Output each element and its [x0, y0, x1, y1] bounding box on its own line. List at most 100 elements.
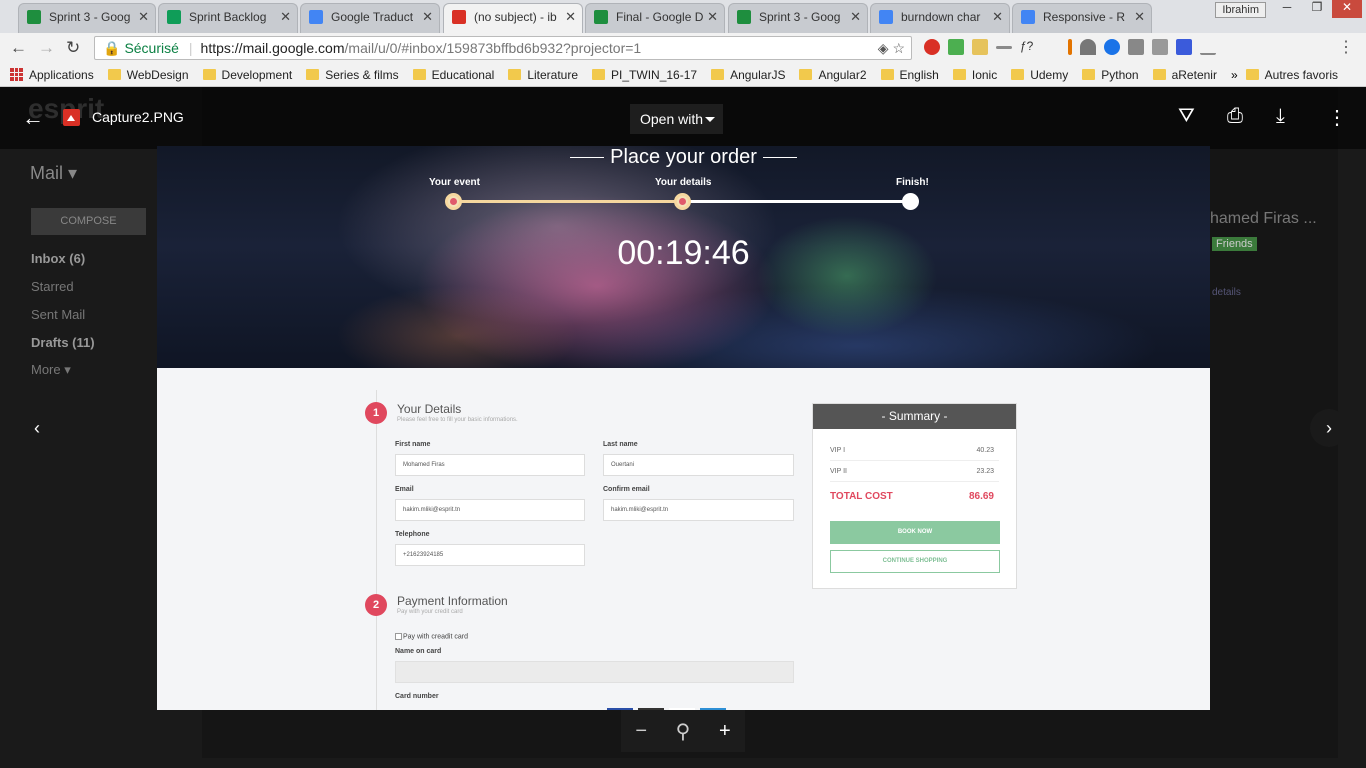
download-icon[interactable]: ⤓	[1276, 105, 1285, 128]
pick-icon[interactable]	[1068, 39, 1072, 55]
folder-icon	[306, 69, 320, 80]
pen-icon[interactable]	[996, 46, 1012, 49]
progress-fill	[454, 200, 682, 203]
countdown-timer: 00:19:46	[617, 234, 750, 272]
tab-sprint-3[interactable]: Sprint 3 - Goog ✕	[18, 3, 156, 33]
bookmark-folder[interactable]: Literature	[508, 68, 578, 82]
tab-burndown[interactable]: burndown char ✕	[870, 3, 1010, 33]
next-icon[interactable]: ›	[1310, 409, 1348, 447]
tab-final[interactable]: Final - Google D ✕	[585, 3, 725, 33]
adblock-icon[interactable]	[924, 39, 940, 55]
bookmark-folder[interactable]: Development	[202, 68, 292, 82]
tab-google-translate[interactable]: Google Traduct ✕	[300, 3, 440, 33]
name-on-card-label: Name on card	[395, 648, 442, 655]
blank-ext-icon[interactable]	[1044, 39, 1060, 55]
tab-sprint-backlog[interactable]: Sprint Backlog ✕	[158, 3, 298, 33]
confirm-email-label: Confirm email	[603, 486, 650, 493]
folder-icon	[1011, 69, 1025, 80]
close-tab-icon[interactable]: ✕	[138, 4, 149, 30]
tab-responsive[interactable]: Responsive - R ✕	[1012, 3, 1152, 33]
info-icon[interactable]	[1176, 39, 1192, 55]
minimize-icon[interactable]: ─	[1272, 0, 1302, 18]
details-title: Your Details	[397, 402, 462, 416]
bookmark-label: Udemy	[1030, 67, 1069, 82]
tab-gmail[interactable]: (no subject) - ib ✕	[443, 3, 583, 33]
open-with-button[interactable]: Open with	[630, 104, 723, 134]
bookmark-folder[interactable]: Educational	[412, 67, 495, 82]
sender-name: hamed Firas ...	[1210, 210, 1317, 227]
row-value: 40.23	[976, 447, 994, 454]
bookmark-folder[interactable]: Python	[1082, 68, 1139, 82]
viewer-topbar: ← Capture2.PNG Open with ⛛ ⎙ ⤓ ⋮	[0, 87, 1366, 149]
close-tab-icon[interactable]: ✕	[422, 4, 433, 30]
details-link: details	[1212, 287, 1241, 298]
bookmark-folder[interactable]: Series & films	[306, 68, 399, 82]
close-tab-icon[interactable]: ✕	[1134, 4, 1145, 30]
hero-title-text: Place your order	[610, 146, 757, 168]
close-window-icon[interactable]: ✕	[1332, 0, 1362, 18]
bookmarks-overflow[interactable]: »	[1231, 68, 1238, 82]
step-dot-finish	[902, 193, 919, 210]
email-label: Email	[395, 486, 414, 493]
summary-row-vip-1: VIP I 40.23	[830, 441, 999, 461]
reload-icon[interactable]: ↻	[66, 38, 80, 58]
more-options-icon[interactable]: ⋮	[1327, 105, 1347, 130]
nav-drafts: Drafts (11)	[31, 335, 95, 350]
details-subtitle: Please feel free to fill your basic info…	[397, 417, 518, 423]
drive-ext-icon[interactable]	[1080, 39, 1096, 55]
bookmark-folder[interactable]: WebDesign	[107, 68, 189, 82]
bookmark-label: AngularJS	[730, 67, 786, 82]
e-icon[interactable]	[1128, 39, 1144, 55]
step-label-finish: Finish!	[896, 177, 929, 188]
chrome-menu-icon[interactable]: ⋮	[1338, 37, 1354, 57]
close-tab-icon[interactable]: ✕	[850, 4, 861, 30]
angular-icon[interactable]	[1152, 39, 1168, 55]
zoom-magnifier-icon[interactable]: ⚲	[676, 719, 691, 744]
previous-icon[interactable]: ‹	[18, 409, 56, 447]
continue-shopping-button: CONTINUE SHOPPING	[830, 550, 1000, 573]
add-to-drive-icon[interactable]: ⛛	[1178, 105, 1195, 128]
profile-name[interactable]: Ibrahim	[1215, 2, 1266, 18]
summary-panel: - Summary - VIP I 40.23 VIP II 23.23 TOTAL…	[812, 403, 1017, 589]
bookmark-folder[interactable]: AngularJS	[711, 68, 785, 82]
zoom-out-icon[interactable]: −	[635, 720, 647, 743]
forward-icon[interactable]: →	[38, 38, 55, 58]
bookmark-folder[interactable]: aRetenir	[1152, 67, 1217, 82]
bookmark-folder[interactable]: Udemy	[1011, 68, 1068, 82]
close-tab-icon[interactable]: ✕	[707, 4, 718, 30]
bookmark-star-icon[interactable]: ◈ ☆	[878, 37, 905, 59]
bookmark-folder[interactable]: English	[880, 68, 939, 82]
bookmark-label: Applications	[29, 67, 94, 82]
address-bar[interactable]: 🔒 Sécurisé | https://mail.google.com/mail/u…	[94, 36, 912, 60]
tab-sprint-3-b[interactable]: Sprint 3 - Goog ✕	[728, 3, 868, 33]
total-label: TOTAL COST	[830, 491, 893, 502]
bookmark-label: Educational	[431, 67, 495, 82]
arc-icon[interactable]	[1200, 39, 1216, 55]
notes-icon[interactable]	[972, 39, 988, 55]
bookmark-folder[interactable]: Ionic	[952, 68, 997, 82]
close-tab-icon[interactable]: ✕	[280, 4, 291, 30]
bookmark-applications[interactable]: Applications	[10, 68, 94, 82]
at-icon[interactable]	[1104, 39, 1120, 55]
card-number-label: Card number	[395, 693, 439, 700]
restore-icon[interactable]: ❐	[1302, 0, 1332, 18]
back-icon[interactable]: ←	[10, 38, 27, 58]
google-icon	[879, 10, 893, 24]
close-tab-icon[interactable]: ✕	[992, 4, 1003, 30]
summary-row-vip-2: VIP II 23.23	[830, 462, 999, 482]
zoom-in-icon[interactable]: +	[719, 720, 731, 743]
hero-banner: Place your order Your event Your details…	[157, 146, 1210, 368]
close-viewer-icon[interactable]: ←	[22, 105, 44, 131]
step-badge-2: 2	[365, 594, 387, 616]
bookmark-label: aRetenir	[1171, 67, 1217, 82]
bookmark-other[interactable]: Autres favoris	[1245, 68, 1338, 82]
first-name-label: First name	[395, 441, 431, 448]
folder-icon	[799, 69, 813, 80]
google-translate-ext-icon[interactable]	[948, 39, 964, 55]
print-icon[interactable]: ⎙	[1227, 105, 1243, 128]
function-icon[interactable]: ƒ?	[1020, 39, 1036, 55]
close-tab-icon[interactable]: ✕	[565, 4, 576, 30]
bookmark-folder[interactable]: PI_TWIN_16-17	[592, 68, 697, 82]
bookmark-folder[interactable]: Angular2	[799, 68, 867, 82]
bookmark-label: PI_TWIN_16-17	[611, 67, 698, 82]
